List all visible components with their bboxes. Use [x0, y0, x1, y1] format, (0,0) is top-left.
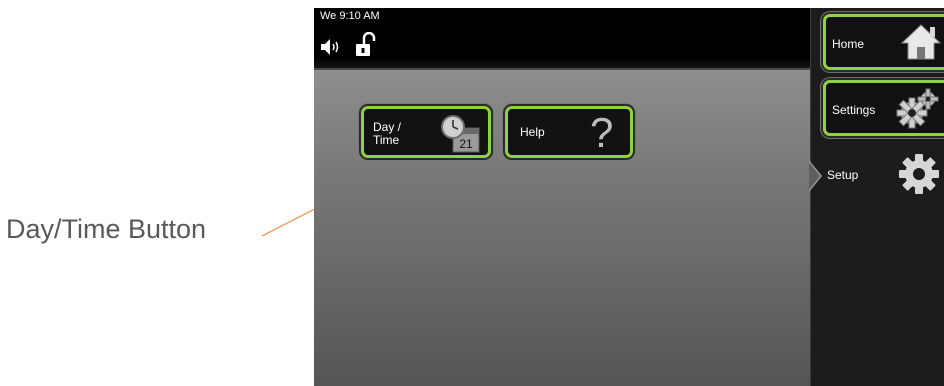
- setup-tab[interactable]: Setup: [809, 148, 943, 202]
- clock-calendar-icon: 21: [441, 115, 480, 153]
- settings-label: Settings: [832, 103, 876, 117]
- help-label: Help: [520, 125, 545, 139]
- callout-label: Day/Time Button: [6, 214, 207, 244]
- day-time-button[interactable]: Day / Time 21: [361, 106, 491, 158]
- unlock-icon[interactable]: [354, 32, 376, 58]
- gears-icon: [896, 88, 939, 129]
- speaker-icon[interactable]: [320, 38, 344, 56]
- gear-icon: [899, 154, 939, 194]
- home-button[interactable]: Home: [823, 14, 944, 70]
- settings-button[interactable]: Settings: [823, 80, 944, 136]
- clock-display: We 9:10 AM: [320, 10, 380, 22]
- calendar-day-text: 21: [459, 137, 473, 151]
- setup-label: Setup: [827, 168, 859, 182]
- main-area: Day / Time 21 Help ?: [314, 70, 810, 386]
- device-screen: We 9:10 AM Day / Time 21 Help ? Home Set…: [314, 8, 944, 386]
- help-icon: ?: [590, 109, 614, 156]
- status-bar: We 9:10 AM: [314, 8, 810, 70]
- home-icon: [900, 24, 942, 60]
- sidebar: Home Settings Setup: [809, 8, 944, 386]
- home-label: Home: [832, 37, 865, 51]
- day-time-label: Day / Time: [373, 120, 402, 147]
- active-tab-pointer-inner: [809, 162, 820, 190]
- help-button[interactable]: Help ?: [505, 106, 633, 158]
